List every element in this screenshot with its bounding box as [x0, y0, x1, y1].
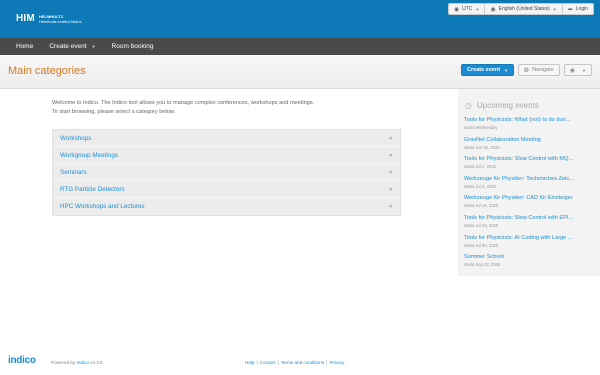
- event-link[interactable]: Tools for Physicists: Slow Control with …: [464, 155, 594, 163]
- indico-logo[interactable]: indico: [8, 355, 36, 366]
- footer: indico Powered by Indico v3.3.5 Help | C…: [0, 352, 600, 372]
- arrow-right-icon: ➜: [387, 186, 393, 193]
- powered-by: Powered by Indico v3.3.5: [51, 360, 103, 365]
- event-link[interactable]: GravNet Collaboration Meeting: [464, 136, 594, 144]
- event-item: GravNet Collaboration Meeting starts Jun …: [464, 136, 598, 156]
- event-date: starts Jul 2, 2025: [464, 164, 496, 170]
- event-date: starts Wednesday: [464, 125, 498, 130]
- chevron-down-icon: ▼: [475, 6, 480, 12]
- category-item[interactable]: Workshops ➜: [53, 130, 400, 147]
- top-header: HIM HELMHOLTZ Helmholtz-Institut Mainz ◉…: [0, 0, 600, 38]
- welcome-text: Welcome to Indico. The Indico tool allow…: [52, 99, 412, 116]
- event-date: starts Jul 16, 2025: [464, 203, 499, 209]
- event-link[interactable]: Summer School: [464, 253, 594, 261]
- menu-room-booking[interactable]: Room booking: [104, 38, 162, 55]
- logo-mark: HIM: [16, 13, 35, 24]
- language-selector[interactable]: ◉ English (United States) ▼: [484, 4, 561, 14]
- main-menu: Home Create event ▼ Room booking: [0, 38, 600, 55]
- compass-icon: ❂: [524, 67, 530, 74]
- category-list: Workshops ➜ Workgroup Meetings ➜ Seminars ➜…: [52, 129, 401, 216]
- version-label: v3.3.5: [90, 360, 103, 365]
- footer-links: Help | Contact | Terms and conditions | …: [245, 360, 344, 365]
- event-date: starts Jul 30, 2025: [464, 242, 499, 248]
- header-tools: ◉ UTC ▼ ◉ English (United States) ▼ ➦ Lo…: [447, 3, 594, 15]
- language-label: English (United States): [498, 6, 550, 12]
- event-date: starts Sep 22, 2025: [464, 262, 501, 268]
- separator: |: [277, 360, 279, 365]
- menu-create-event[interactable]: Create event ▼: [41, 38, 103, 55]
- login-icon: ➦: [567, 6, 573, 13]
- eye-icon: ◉: [569, 67, 576, 74]
- privacy-link[interactable]: Privacy: [329, 360, 344, 365]
- menu-home-label: Home: [16, 43, 34, 50]
- login-button[interactable]: ➦ Login: [561, 4, 593, 14]
- title-bar: Main categories Create event ▼ ❂ Navigat…: [0, 55, 600, 89]
- category-item[interactable]: Workgroup Meetings ➜: [53, 147, 400, 164]
- create-event-button[interactable]: Create event ▼: [461, 64, 515, 76]
- chevron-down-icon: ▼: [504, 67, 509, 73]
- separator: |: [326, 360, 328, 365]
- event-item: Tools for Physicists: Slow Control with …: [464, 214, 598, 234]
- globe-icon: ◉: [490, 6, 496, 13]
- timezone-selector[interactable]: ◉ UTC ▼: [449, 4, 484, 14]
- menu-room-booking-label: Room booking: [111, 43, 154, 50]
- institute-logo[interactable]: HIM HELMHOLTZ Helmholtz-Institut Mainz: [16, 13, 82, 24]
- page-title: Main categories: [8, 65, 86, 77]
- title-actions: Create event ▼ ❂ Navigate ◉ ▼: [461, 64, 592, 76]
- upcoming-events-title: ◷ Upcoming events: [465, 101, 539, 110]
- arrow-right-icon: ➜: [387, 152, 393, 159]
- logo-line2: Helmholtz-Institut Mainz: [38, 18, 82, 24]
- login-label: Login: [575, 6, 588, 12]
- event-link[interactable]: Werkzeuge für Physiker: CAD für Einsteig…: [464, 194, 594, 202]
- category-label: Workshops: [60, 134, 92, 142]
- chevron-down-icon: ▼: [552, 6, 557, 12]
- event-date: starts Jul 23, 2025: [464, 222, 499, 228]
- arrow-right-icon: ➜: [387, 204, 393, 210]
- upcoming-events-panel: ◷ Upcoming events Tools for Physicists: …: [458, 89, 600, 276]
- menu-create-event-label: Create event: [49, 43, 87, 50]
- event-item: Tools for Physicists: Slow Control with …: [464, 155, 598, 175]
- category-label: RTG Particle Detectors: [60, 185, 125, 193]
- navigate-label: Navigate: [532, 67, 554, 73]
- chevron-down-icon: ▼: [91, 44, 96, 49]
- separator: |: [256, 360, 258, 365]
- event-link[interactable]: Tools for Physicists: AI Coding with Lar…: [464, 234, 594, 242]
- welcome-line1: Welcome to Indico. The Indico tool allow…: [52, 100, 315, 106]
- welcome-line2: To start browsing, please select a categ…: [52, 108, 176, 115]
- contact-link[interactable]: Contact: [260, 360, 276, 365]
- powered-prefix: Powered by: [51, 360, 76, 365]
- terms-link[interactable]: Terms and conditions: [281, 360, 324, 365]
- upcoming-events-list: Tools for Physicists: What (not) to do d…: [464, 116, 598, 273]
- chevron-down-icon: ▼: [582, 67, 586, 73]
- timezone-label: UTC: [462, 6, 473, 12]
- event-item: Werkzeuge für Physiker: Technisches Zeic…: [464, 175, 598, 195]
- event-item: Tools for Physicists: AI Coding with Lar…: [464, 234, 598, 254]
- indico-link[interactable]: Indico: [77, 360, 89, 365]
- event-item: Werkzeuge für Physiker: CAD für Einsteig…: [464, 194, 598, 214]
- arrow-right-icon: ➜: [387, 135, 393, 142]
- event-link[interactable]: Werkzeuge für Physiker: Technisches Zeic…: [464, 175, 594, 183]
- event-item: Summer School starts Sep 22, 2025: [464, 253, 598, 273]
- category-label: Workgroup Meetings: [60, 151, 118, 159]
- event-link[interactable]: Tools for Physicists: Slow Control with …: [464, 214, 594, 222]
- event-date: starts Jul 9, 2025: [464, 183, 496, 189]
- event-date: starts Jun 26, 2025: [464, 144, 500, 150]
- help-link[interactable]: Help: [245, 360, 254, 365]
- globe-icon: ◉: [453, 6, 460, 13]
- event-link[interactable]: Tools for Physicists: What (not) to do d…: [464, 116, 594, 124]
- clock-icon: ◷: [465, 101, 472, 110]
- category-label: HPC Workshops and Lectures: [60, 203, 145, 210]
- logo-text: HELMHOLTZ Helmholtz-Institut Mainz: [39, 14, 82, 24]
- category-item[interactable]: RTG Particle Detectors ➜: [53, 181, 400, 198]
- menu-home[interactable]: Home: [8, 38, 41, 55]
- navigate-button[interactable]: ❂ Navigate: [518, 64, 560, 76]
- create-event-label: Create event: [467, 67, 501, 73]
- event-item: Tools for Physicists: What (not) to do d…: [464, 116, 598, 136]
- arrow-right-icon: ➜: [387, 169, 393, 176]
- upcoming-events-label: Upcoming events: [476, 101, 539, 110]
- view-options-button[interactable]: ◉ ▼: [563, 64, 592, 76]
- category-label: Seminars: [60, 168, 87, 176]
- category-item[interactable]: HPC Workshops and Lectures ➜: [53, 198, 400, 215]
- category-item[interactable]: Seminars ➜: [53, 164, 400, 181]
